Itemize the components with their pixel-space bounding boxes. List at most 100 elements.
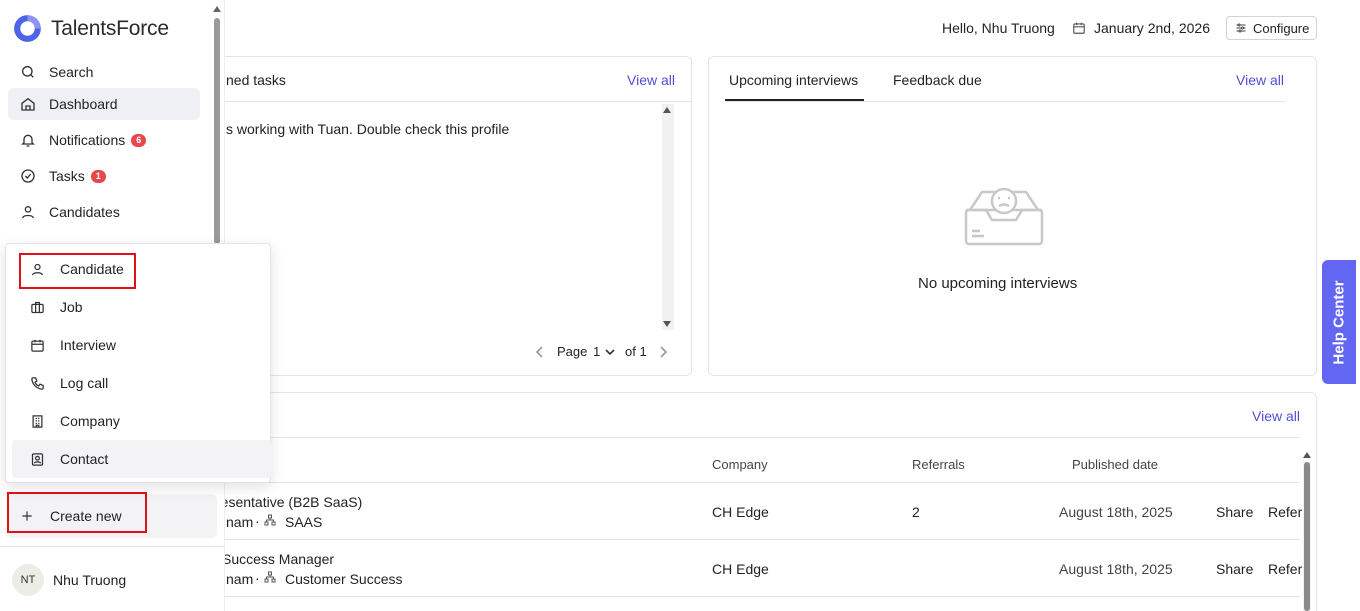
divider: [200, 596, 1300, 597]
job-title[interactable]: Success Manager: [222, 551, 334, 567]
configure-label: Configure: [1253, 20, 1310, 36]
check-circle-icon: [19, 167, 37, 185]
menu-item-label: Interview: [60, 337, 117, 353]
sidebar-item-search[interactable]: Search: [8, 56, 200, 88]
refer-link[interactable]: Refer: [1268, 504, 1302, 520]
avatar: NT: [12, 564, 44, 596]
tasks-view-all-link[interactable]: View all: [627, 72, 675, 88]
share-link[interactable]: Share: [1216, 504, 1253, 520]
tab-upcoming-interviews[interactable]: Upcoming interviews: [729, 72, 858, 88]
menu-item-job[interactable]: Job: [12, 288, 272, 326]
sidebar-item-candidates[interactable]: Candidates: [8, 196, 200, 228]
sidebar-item-label: Candidates: [49, 204, 120, 220]
user-icon: [19, 203, 37, 221]
tab-feedback-due[interactable]: Feedback due: [893, 72, 982, 88]
job-referrals: 2: [912, 504, 920, 520]
logo-icon: [11, 12, 44, 45]
app-logo[interactable]: TalentsForce: [11, 12, 169, 45]
page-of-label: of 1: [625, 344, 647, 359]
column-header-published-date: Published date: [1072, 457, 1159, 472]
sliders-icon: [1235, 22, 1247, 34]
job-department: SAAS: [285, 514, 323, 530]
tasks-panel: [200, 56, 692, 376]
briefcase-icon: [28, 298, 46, 316]
divider: [725, 101, 1285, 102]
column-header-referrals: Referrals: [912, 457, 965, 472]
tasks-scrollbar[interactable]: [662, 104, 674, 330]
separator-dot: ·: [255, 513, 260, 529]
scroll-up-arrow-icon[interactable]: [663, 107, 671, 113]
chevron-down-icon[interactable]: [601, 343, 619, 361]
sidebar-item-label: Dashboard: [49, 96, 118, 112]
empty-inbox-icon: [962, 184, 1046, 248]
column-header-company: Company: [712, 457, 768, 472]
sidebar-item-tasks[interactable]: Tasks 1: [8, 160, 200, 192]
job-company: CH Edge: [712, 504, 769, 520]
contact-card-icon: [28, 450, 46, 468]
sidebar-scrollbar-thumb[interactable]: [214, 18, 220, 244]
divider: [200, 539, 1300, 540]
refer-link[interactable]: Refer: [1268, 561, 1302, 577]
separator-dot: ·: [255, 570, 260, 586]
divider: [0, 546, 225, 547]
search-icon: [19, 63, 37, 81]
job-location: nam: [226, 514, 254, 530]
divider: [200, 482, 1300, 483]
jobs-scrollbar-thumb[interactable]: [1304, 462, 1310, 611]
task-item-text[interactable]: s working with Tuan. Double check this p…: [226, 121, 509, 137]
share-link[interactable]: Share: [1216, 561, 1253, 577]
department-icon: [263, 570, 277, 584]
interviews-view-all-link[interactable]: View all: [1236, 72, 1284, 88]
user-name: Nhu Truong: [53, 572, 127, 588]
jobs-view-all-link[interactable]: View all: [1252, 408, 1300, 424]
menu-item-label: Contact: [60, 451, 109, 467]
home-icon: [19, 95, 37, 113]
app-name: TalentsForce: [51, 16, 169, 40]
menu-item-interview[interactable]: Interview: [12, 326, 272, 364]
menu-item-log-call[interactable]: Log call: [12, 364, 272, 402]
next-page-icon[interactable]: [654, 343, 672, 361]
page-number-select[interactable]: 1: [593, 344, 600, 359]
phone-icon: [28, 374, 46, 392]
job-department: Customer Success: [285, 571, 403, 587]
calendar-icon: [1070, 19, 1088, 37]
sidebar-item-label: Tasks: [49, 168, 85, 184]
menu-item-company[interactable]: Company: [12, 402, 272, 440]
menu-item-label: Log call: [60, 375, 109, 391]
help-center-button[interactable]: Help Center: [1322, 260, 1356, 384]
menu-item-label: Company: [60, 413, 120, 429]
job-location: nam: [226, 571, 254, 587]
highlight-box: [7, 492, 147, 533]
configure-button[interactable]: Configure: [1226, 16, 1317, 40]
header-date: January 2nd, 2026: [1094, 20, 1210, 36]
tasks-badge: 1: [90, 169, 106, 183]
sidebar-item-label: Search: [49, 64, 94, 80]
job-published-date: August 18th, 2025: [1059, 561, 1173, 577]
department-icon: [263, 513, 277, 527]
job-company: CH Edge: [712, 561, 769, 577]
empty-state-text: No upcoming interviews: [918, 275, 1078, 292]
highlight-box: [19, 253, 136, 289]
sidebar-item-label: Notifications: [49, 132, 126, 148]
job-published-date: August 18th, 2025: [1059, 504, 1173, 520]
building-icon: [28, 412, 46, 430]
menu-item-label: Job: [60, 299, 83, 315]
calendar-icon: [28, 336, 46, 354]
divider: [200, 101, 692, 102]
scroll-up-arrow-icon[interactable]: [213, 6, 221, 12]
sidebar-item-notifications[interactable]: Notifications 6: [8, 124, 200, 156]
menu-item-contact[interactable]: Contact: [12, 440, 272, 478]
scroll-down-arrow-icon[interactable]: [663, 321, 671, 327]
page-label: Page: [557, 344, 588, 359]
help-center-label: Help Center: [1330, 279, 1348, 365]
bell-icon: [19, 131, 37, 149]
user-profile[interactable]: NT Nhu Truong: [12, 564, 126, 596]
job-title[interactable]: resentative (B2B SaaS): [216, 494, 362, 510]
notifications-badge: 6: [131, 133, 147, 147]
tasks-panel-title: ned tasks: [226, 72, 286, 88]
prev-page-icon[interactable]: [531, 343, 549, 361]
sidebar-item-dashboard[interactable]: Dashboard: [8, 88, 200, 120]
greeting-text: Hello, Nhu Truong: [942, 20, 1055, 36]
scroll-up-arrow-icon[interactable]: [1303, 452, 1311, 458]
divider: [200, 437, 1300, 438]
